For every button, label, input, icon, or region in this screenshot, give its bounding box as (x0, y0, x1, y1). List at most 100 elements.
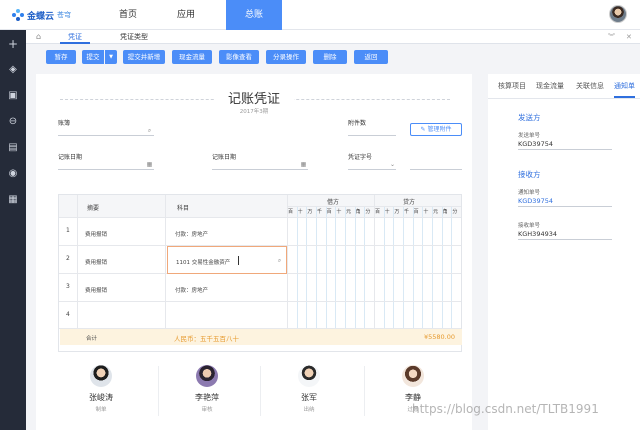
unit-header: 元 (433, 209, 439, 215)
voucher-date-label: 记账日期 (58, 154, 83, 161)
home-icon[interactable]: ⌂ (28, 30, 49, 44)
voucher-type-select[interactable] (348, 169, 396, 170)
search-icon[interactable]: ⌕ (146, 127, 153, 134)
row-account[interactable]: 付款：房地产 (175, 286, 208, 294)
avatar (402, 365, 424, 387)
signer-name: 张峻涛 (89, 393, 113, 402)
entry-table: 摘要 科目 借方 贷方 百十万千百十元角分 百十万千百十元角分 1 费用报销 付… (58, 194, 462, 352)
calendar-icon[interactable]: ▦ (300, 161, 307, 168)
chevron-down-icon[interactable]: ⌄ (389, 161, 396, 168)
attachments-field[interactable] (348, 135, 396, 136)
signer-role: 出纳 (303, 407, 315, 413)
signer-name: 张军 (301, 393, 317, 402)
delete-button[interactable]: 删除 (313, 50, 347, 64)
watermark: https://blog.csdn.net/TLTB1991 (412, 402, 599, 416)
unit-header: 分 (452, 209, 458, 215)
back-button[interactable]: 返回 (354, 50, 388, 64)
row-account[interactable]: 付款：房地产 (175, 230, 208, 238)
tab-voucher-type[interactable]: 凭证类型 (112, 30, 156, 44)
unit-header: 百 (288, 209, 294, 215)
sidebar: + ◈ ▣ ⊖ ▤ ◉ ▦ (0, 30, 26, 430)
text-cursor (238, 256, 239, 265)
tab-notice[interactable]: 通知单 (614, 74, 635, 98)
unit-header: 十 (336, 209, 342, 215)
account-input-value: 1101 交易性金融资产 (176, 260, 231, 266)
save-draft-button[interactable]: 暂存 (46, 50, 76, 64)
tab-voucher[interactable]: 凭证 (60, 30, 90, 44)
inbox-icon[interactable]: ▣ (7, 90, 19, 102)
receiver-section-title: 接收方 (518, 170, 541, 179)
top-bar: 金蝶云 苍穹 首页 应用 总账 (0, 0, 640, 30)
recv-no-value[interactable]: KGH394934 (518, 230, 557, 238)
row-summary[interactable]: 费用报销 (85, 230, 107, 238)
minus-circle-icon[interactable]: ⊖ (7, 116, 19, 128)
send-no-label: 发送单号 (518, 133, 541, 139)
search-icon[interactable]: ⌕ (276, 257, 283, 264)
total-amount: ¥5580.00 (424, 333, 456, 341)
nav-apps[interactable]: 应用 (158, 0, 214, 30)
signature-preparer: 张峻涛 制单 (54, 361, 154, 421)
voucher-no-field[interactable] (410, 169, 462, 170)
total-in-words: 人民币：五千五百八十 (174, 335, 239, 343)
brand-sub: 苍穹 (57, 11, 72, 19)
print-icon[interactable]: ▦ (7, 194, 19, 206)
calendar-icon[interactable]: ▦ (146, 161, 153, 168)
tab-cash-flow[interactable]: 现金流量 (536, 74, 564, 98)
row-number: 1 (66, 227, 70, 234)
image-view-button[interactable]: 影像查看 (219, 50, 259, 64)
signer-role: 制单 (95, 407, 107, 413)
submit-and-new-button[interactable]: 提交并新增 (123, 50, 165, 64)
book-field[interactable] (58, 135, 154, 136)
avatar (90, 365, 112, 387)
notice-no-link[interactable]: KGD39754 (518, 197, 553, 205)
layers-icon[interactable]: ◈ (7, 64, 19, 76)
signature-reviewer: 李艳萍 审核 (160, 361, 260, 421)
sender-section-title: 发送方 (518, 113, 541, 122)
submit-button[interactable]: 提交 (82, 50, 104, 64)
col-summary: 摘要 (87, 205, 100, 212)
submit-dropdown-icon[interactable]: ▼ (105, 50, 117, 64)
account-input[interactable]: 1101 交易性金融资产 ⌕ (167, 246, 287, 274)
tab-strip: ⌂ 凭证 凭证类型 ︾ ✕ (26, 30, 640, 44)
manage-attachments-button[interactable]: ✎ 管理附件 (410, 123, 462, 136)
total-row: 合计 人民币：五千五百八十 ¥5580.00 (60, 329, 462, 345)
unit-header: 万 (307, 209, 313, 215)
send-no-value[interactable]: KGD39754 (518, 140, 553, 148)
book-label: 账簿 (58, 120, 71, 127)
unit-header: 十 (423, 209, 429, 215)
book-date-field[interactable] (212, 169, 308, 170)
voucher-period: 2017年3期 (239, 109, 269, 115)
unit-header: 百 (375, 209, 381, 215)
tab-accounting-items[interactable]: 核算项目 (498, 74, 526, 98)
entry-ops-button[interactable]: 分录操作 (266, 50, 306, 64)
cash-flow-button[interactable]: 现金流量 (172, 50, 212, 64)
row-summary[interactable]: 费用报销 (85, 286, 107, 294)
row-summary[interactable]: 费用报销 (85, 258, 107, 266)
voucher-no-label: 凭证字号 (348, 154, 373, 161)
brand-name: 金蝶云 (27, 11, 55, 22)
signer-role: 审核 (201, 407, 213, 413)
user-avatar[interactable] (609, 5, 627, 23)
voucher-card: 记账凭证 2017年3期 账簿 ⌕ 附件数 ✎ 管理附件 记账日期 ▦ 记账日期… (36, 74, 472, 430)
settings-icon[interactable]: ◉ (7, 168, 19, 180)
logo[interactable]: 金蝶云 苍穹 (12, 8, 71, 22)
toolbar: 暂存 提交 ▼ 提交并新增 现金流量 影像查看 分录操作 删除 返回 (26, 45, 640, 71)
document-icon[interactable]: ▤ (7, 142, 19, 154)
close-icon[interactable]: ✕ (618, 30, 640, 44)
unit-header: 千 (404, 209, 410, 215)
unit-header: 千 (317, 209, 323, 215)
add-icon[interactable]: + (7, 38, 19, 50)
nav-general-ledger[interactable]: 总账 (226, 0, 282, 30)
voucher-date-field[interactable] (58, 169, 154, 170)
unit-header: 分 (365, 209, 371, 215)
row-number: 4 (66, 311, 70, 318)
unit-header: 角 (442, 209, 448, 215)
unit-header: 十 (297, 209, 303, 215)
attachments-label: 附件数 (348, 120, 367, 127)
tab-related-info[interactable]: 关联信息 (576, 74, 604, 98)
col-credit: 贷方 (403, 199, 416, 206)
nav-home[interactable]: 首页 (100, 0, 156, 30)
col-account: 科目 (177, 205, 190, 212)
unit-header: 角 (355, 209, 361, 215)
avatar (298, 365, 320, 387)
